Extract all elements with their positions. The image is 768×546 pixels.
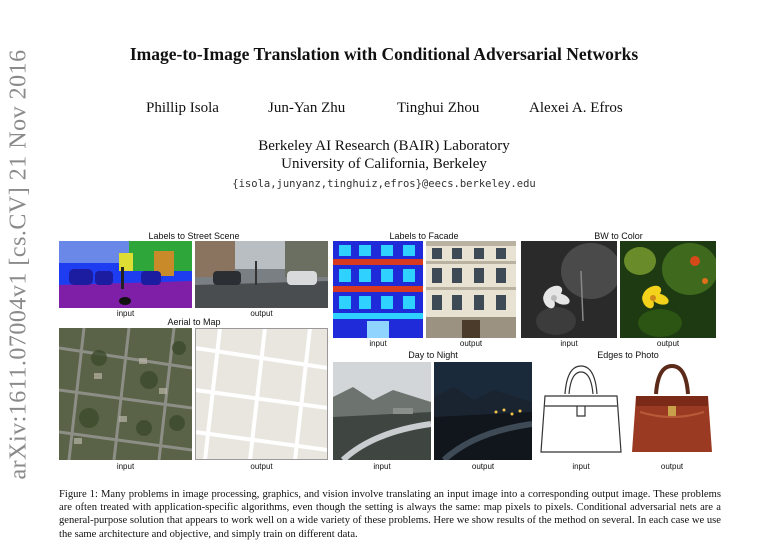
panel-input-label: input [116, 462, 135, 471]
bag-edges-input-image [537, 362, 625, 460]
panel-output-label: output [656, 339, 680, 348]
panel-title-aerial-to-map: Aerial to Map [167, 317, 221, 327]
panel-output-label: output [250, 462, 273, 471]
facade-labels-input-image [333, 241, 423, 338]
panel-title-day-to-night: Day to Night [408, 350, 458, 360]
night-scene-output-image [434, 362, 532, 460]
affiliation-lab: Berkeley AI Research (BAIR) Laboratory [258, 138, 510, 154]
bag-photo-output-image [628, 362, 716, 460]
panel-input-label: input [369, 339, 387, 348]
panel-input-label: input [572, 462, 590, 471]
street-scene-output-image [195, 241, 328, 308]
panel-output-label: output [459, 339, 483, 348]
color-flower-output-image [620, 241, 716, 338]
author-name: Jun-Yan Zhu [268, 100, 346, 116]
panel-title-bw-to-color: BW to Color [594, 231, 643, 241]
street-labels-input-image [59, 241, 192, 308]
paper-title: Image-to-Image Translation with Conditio… [129, 44, 639, 64]
affiliation-university: University of California, Berkeley [281, 156, 487, 172]
map-output-image [195, 328, 328, 460]
author-name: Phillip Isola [146, 100, 219, 116]
author-name: Tinghui Zhou [397, 100, 480, 116]
panel-title-labels-to-facade: Labels to Facade [389, 231, 459, 241]
panel-title-edges-to-photo: Edges to Photo [597, 350, 659, 360]
panel-input-label: input [560, 339, 578, 348]
figure-caption: Figure 1: Many problems in image process… [59, 489, 721, 540]
panel-output-label: output [660, 462, 684, 471]
facade-output-image [426, 241, 516, 338]
panel-title-labels-to-street: Labels to Street Scene [148, 231, 240, 241]
panel-output-label: output [471, 462, 495, 471]
day-scene-input-image [333, 362, 431, 460]
aerial-photo-input-image [59, 328, 192, 460]
author-emails: {isola,junyanz,tinghuiz,efros}@eecs.berk… [232, 178, 536, 190]
author-name: Alexei A. Efros [529, 100, 623, 116]
panel-input-label: input [373, 462, 391, 471]
arxiv-stamp: arXiv:1611.07004v1 [cs.CV] 21 Nov 2016 [5, 49, 32, 480]
bw-flower-input-image [521, 241, 617, 338]
